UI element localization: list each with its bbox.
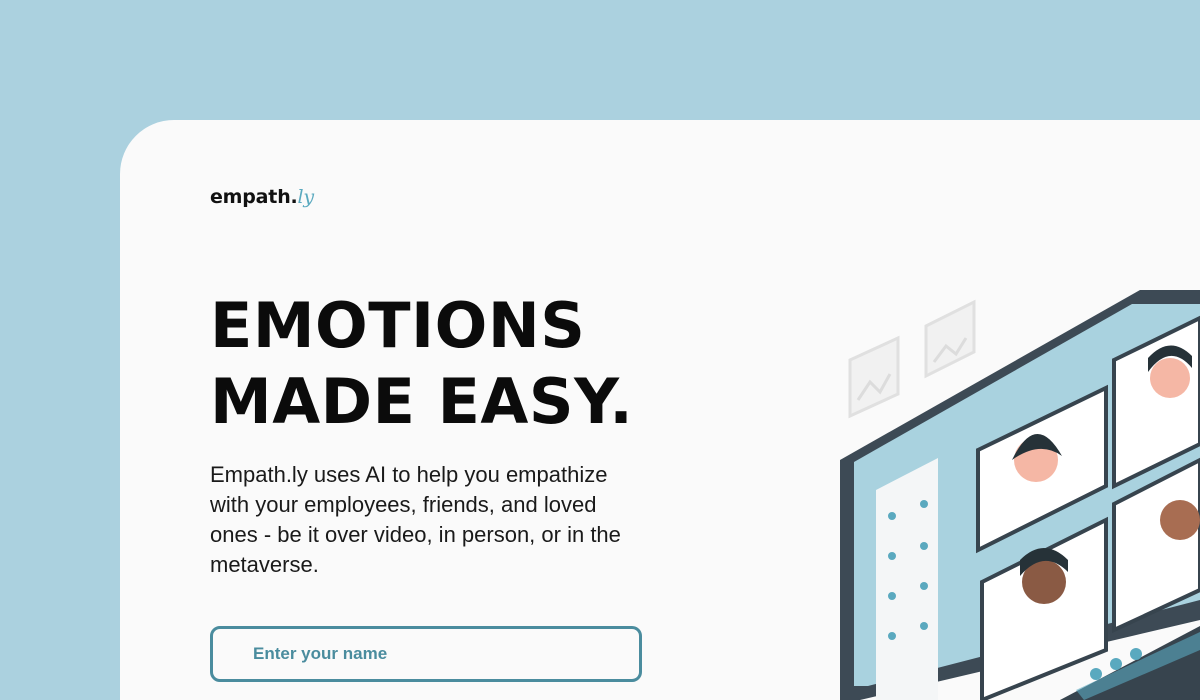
video-call-illustration	[840, 290, 1200, 700]
headline-line-1: EMOTIONS	[210, 289, 586, 362]
picture-frame-icon	[924, 299, 976, 379]
brand-name: empath.	[210, 186, 298, 208]
picture-frame-icon	[848, 335, 900, 419]
brand-suffix: ly	[297, 186, 315, 208]
landing-card: empath.ly EMOTIONS MADE EASY. Empath.ly …	[120, 120, 1200, 700]
brand-logo[interactable]: empath.ly	[210, 186, 314, 208]
name-input[interactable]	[210, 626, 642, 682]
hero-description: Empath.ly uses AI to help you empathize …	[210, 462, 621, 577]
headline-line-2: MADE EASY.	[210, 365, 634, 438]
page-title: EMOTIONS MADE EASY.	[210, 288, 730, 440]
